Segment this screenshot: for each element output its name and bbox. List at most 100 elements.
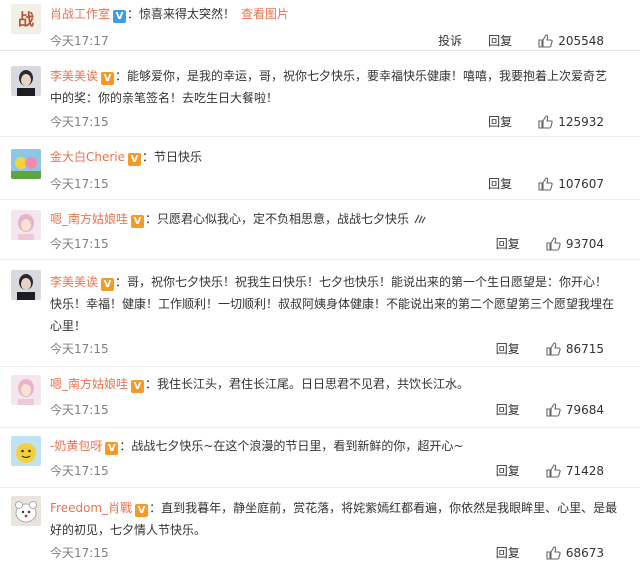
username-link[interactable]: 嗯_南方姑娘哇 — [50, 377, 128, 391]
thumbs-up-icon — [546, 463, 561, 478]
verified-badge-icon: V — [131, 380, 145, 393]
username-link[interactable]: 李美美诶 — [50, 69, 98, 83]
like-count: 93704 — [565, 236, 604, 251]
like-button[interactable]: 68673 — [546, 546, 604, 560]
like-button[interactable]: 71428 — [546, 464, 604, 478]
comment-item: 嗯_南方姑娘哇 V ：只愿君心似我心，定不负相思意，战战七夕快乐 今天17:15 回… — [0, 200, 640, 260]
comment-body: 哥，祝你七夕快乐！祝我生日快乐！七夕也快乐！能说出来的第一个生日愿望是：你开心！… — [50, 275, 615, 333]
comment-actions: 回复 93704 — [470, 235, 604, 252]
avatar[interactable] — [11, 270, 41, 300]
comment-actions: 回复 125932 — [462, 113, 604, 130]
username-link[interactable]: 肖战工作室 — [50, 7, 110, 21]
verified-badge-icon: V — [101, 278, 115, 291]
comment-actions: 回复 86715 — [470, 340, 604, 357]
like-button[interactable]: 79684 — [546, 403, 604, 417]
report-button[interactable]: 投诉 — [438, 32, 462, 49]
comment-item: -奶黄包呀 V ：战战七夕快乐~在这个浪漫的节日里，看到新鲜的你，超开心~ 今天17… — [0, 428, 640, 488]
comment-text: 嗯_南方姑娘哇 V ：我住长江头，君住长江尾。日日思君不见君，共饮长江水。 — [50, 377, 470, 393]
username-link[interactable]: 嗯_南方姑娘哇 — [50, 212, 128, 226]
verified-badge-icon: V — [101, 72, 115, 85]
reply-button[interactable]: 回复 — [496, 340, 520, 357]
like-button[interactable]: 107607 — [538, 177, 604, 191]
comment-body: 能够爱你，是我的幸运，哥，祝你七夕快乐，要幸福快乐健康！嘻嘻，我要抱着上次爱奇艺… — [50, 69, 608, 105]
avatar[interactable] — [11, 436, 41, 466]
verified-badge-icon: V — [128, 153, 142, 166]
timestamp: 今天17:15 — [50, 546, 109, 560]
cartoon-avatar-icon — [11, 149, 41, 179]
comment-item: 李美美诶 V ：哥，祝你七夕快乐！祝我生日快乐！七夕也快乐！能说出来的第一个生日愿望… — [0, 260, 640, 367]
like-button[interactable]: 93704 — [546, 237, 604, 251]
verified-badge-icon: V — [113, 10, 127, 23]
reply-button[interactable]: 回复 — [496, 401, 520, 418]
avatar[interactable] — [11, 66, 41, 96]
like-count: 71428 — [565, 463, 604, 478]
comment-item: 战 肖战工作室 V ：惊喜来得太突然！ 查看图片 今天17:17 投诉 回复 2055… — [0, 0, 640, 51]
reply-button[interactable]: 回复 — [488, 175, 512, 192]
like-count: 205548 — [558, 33, 604, 48]
like-button[interactable]: 125932 — [538, 115, 604, 129]
verified-badge-icon: V — [131, 215, 145, 228]
avatar[interactable] — [11, 375, 41, 405]
avatar[interactable] — [11, 210, 41, 240]
like-count: 107607 — [558, 176, 604, 191]
comment-body: 我住长江头，君住长江尾。日日思君不见君，共饮长江水。 — [157, 377, 470, 391]
comment-text: Freedom_肖戰 V ：直到我暮年，静坐庭前，赏花落，将姹紫嫣红都看遍，你依然是… — [50, 501, 618, 537]
studio-logo-avatar-icon: 战 — [11, 4, 41, 34]
comment-text: 肖战工作室 V ：惊喜来得太突然！ 查看图片 — [50, 7, 290, 23]
view-image-link[interactable]: 查看图片 — [241, 7, 289, 21]
avatar[interactable]: 战 — [11, 4, 41, 34]
user-photo-icon — [11, 66, 41, 96]
timestamp: 今天17:15 — [50, 237, 109, 251]
reply-button[interactable]: 回复 — [488, 113, 512, 130]
user-photo-icon — [11, 270, 41, 300]
comment-actions: 投诉 回复 205548 — [412, 32, 604, 49]
thumbs-up-icon — [546, 545, 561, 560]
comment-body: 战战七夕快乐~在这个浪漫的节日里，看到新鲜的你，超开心~ — [131, 439, 464, 453]
comment-text: -奶黄包呀 V ：战战七夕快乐~在这个浪漫的节日里，看到新鲜的你，超开心~ — [50, 439, 464, 455]
comment-text: 金大白Cherie V ：节日快乐 — [50, 150, 203, 166]
svg-text:战: 战 — [18, 10, 34, 29]
like-button[interactable]: 205548 — [538, 34, 604, 48]
timestamp: 今天17:15 — [50, 464, 109, 478]
comment-actions: 回复 71428 — [470, 462, 604, 479]
verified-badge-icon: V — [135, 504, 149, 517]
timestamp: 今天17:15 — [50, 115, 109, 129]
comment-text: 嗯_南方姑娘哇 V ：只愿君心似我心，定不负相思意，战战七夕快乐 — [50, 208, 618, 230]
user-photo-icon — [11, 375, 41, 405]
thumbs-up-icon — [546, 236, 561, 251]
like-count: 86715 — [565, 341, 604, 356]
thumbs-up-icon — [546, 341, 561, 356]
thumbs-up-icon — [538, 33, 553, 48]
avatar[interactable] — [11, 496, 41, 526]
comment-item: 李美美诶 V ：能够爱你，是我的幸运，哥，祝你七夕快乐，要幸福快乐健康！嘻嘻，我要抱… — [0, 51, 640, 137]
reply-button[interactable]: 回复 — [496, 462, 520, 479]
timestamp: 今天17:15 — [50, 177, 109, 191]
comment-body: 节日快乐 — [154, 150, 203, 164]
reply-button[interactable]: 回复 — [496, 544, 520, 561]
user-photo-icon — [11, 210, 41, 240]
cartoon-avatar-icon — [11, 436, 41, 466]
username-link[interactable]: 金大白Cherie — [50, 150, 125, 164]
reply-button[interactable]: 回复 — [488, 32, 512, 49]
timestamp: 今天17:15 — [50, 342, 109, 356]
comment-text: 李美美诶 V ：能够爱你，是我的幸运，哥，祝你七夕快乐，要幸福快乐健康！嘻嘻，我要抱… — [50, 69, 608, 105]
comment-body: 惊喜来得太突然！ — [139, 7, 236, 21]
username-link[interactable]: Freedom_肖戰 — [50, 501, 132, 515]
username-link[interactable]: -奶黄包呀 — [50, 439, 102, 453]
comment-actions: 回复 68673 — [470, 544, 604, 561]
emoji-icon — [414, 214, 426, 224]
comment-text: 李美美诶 V ：哥，祝你七夕快乐！祝我生日快乐！七夕也快乐！能说出来的第一个生日愿望… — [50, 275, 615, 333]
comment-actions: 回复 79684 — [470, 401, 604, 418]
comment-actions: 回复 107607 — [462, 175, 604, 192]
username-link[interactable]: 李美美诶 — [50, 275, 98, 289]
like-button[interactable]: 86715 — [546, 342, 604, 356]
comment-item: 金大白Cherie V ：节日快乐 今天17:15 回复 107607 — [0, 137, 640, 200]
avatar[interactable] — [11, 149, 41, 179]
verified-badge-icon: V — [105, 442, 119, 455]
like-count: 68673 — [565, 545, 604, 560]
timestamp: 今天17:17 — [50, 34, 109, 48]
reply-button[interactable]: 回复 — [496, 235, 520, 252]
cartoon-avatar-icon — [11, 496, 41, 526]
comment-item: Freedom_肖戰 V ：直到我暮年，静坐庭前，赏花落，将姹紫嫣红都看遍，你依然是… — [0, 488, 640, 560]
comment-item: 嗯_南方姑娘哇 V ：我住长江头，君住长江尾。日日思君不见君，共饮长江水。 今天17… — [0, 367, 640, 428]
